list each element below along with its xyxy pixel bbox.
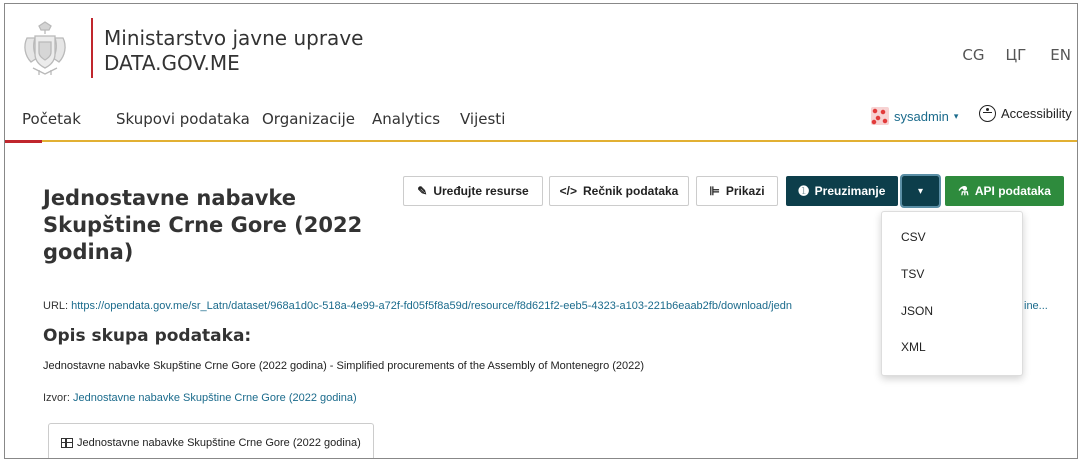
table-icon	[61, 437, 73, 448]
language-switcher: CG ЦГ EN	[962, 46, 1077, 64]
accessibility-button[interactable]: Accessibility	[979, 105, 1072, 122]
site-domain[interactable]: DATA.GOV.ME	[104, 51, 363, 76]
language-en[interactable]: EN	[1050, 46, 1071, 64]
nav-item-analytics[interactable]: Analytics	[372, 110, 440, 128]
resource-preview-tab[interactable]: Jednostavne nabavke Skupštine Crne Gore …	[48, 423, 374, 458]
logo-divider	[91, 18, 93, 78]
chart-icon: ⊫	[709, 184, 720, 198]
api-data-label: API podataka	[974, 184, 1051, 198]
chevron-down-icon: ▾	[953, 110, 959, 121]
views-label: Prikazi	[725, 184, 765, 198]
code-icon: </>	[559, 184, 577, 198]
download-dropdown-toggle[interactable]: ▾	[900, 174, 941, 208]
language-cg[interactable]: CG	[962, 46, 984, 64]
resource-title: Jednostavne nabavke Skupštine Crne Gore …	[43, 186, 363, 264]
source-link[interactable]: Jednostavne nabavke Skupštine Crne Gore …	[73, 392, 357, 404]
caret-down-icon: ▾	[917, 185, 924, 197]
nav-accent-gold	[42, 140, 1077, 142]
flask-icon: ⚗	[958, 184, 969, 198]
description-heading: Opis skupa podataka:	[43, 326, 252, 346]
api-data-button[interactable]: ⚗ API podataka	[945, 176, 1064, 206]
data-dictionary-label: Rečnik podataka	[582, 184, 679, 198]
source-line: Izvor: Jednostavne nabavke Skupštine Crn…	[43, 392, 357, 404]
page-frame: Ministarstvo javne uprave DATA.GOV.ME CG…	[4, 3, 1078, 459]
description-text: Jednostavne nabavke Skupštine Crne Gore …	[43, 360, 645, 372]
download-format-menu: CSV TSV JSON XML	[881, 211, 1023, 376]
nav-item-organizations[interactable]: Organizacije	[262, 110, 355, 128]
avatar	[871, 107, 889, 125]
nav-item-news[interactable]: Vijesti	[460, 110, 505, 128]
language-cyrillic[interactable]: ЦГ	[1006, 46, 1027, 64]
url-label: URL:	[43, 300, 69, 312]
download-label: Preuzimanje	[814, 184, 886, 198]
nav-accent-red	[5, 140, 42, 143]
data-dictionary-button[interactable]: </> Rečnik podataka	[549, 176, 689, 206]
source-label: Izvor:	[43, 392, 70, 404]
site-name[interactable]: Ministarstvo javne uprave DATA.GOV.ME	[104, 26, 363, 76]
nav-item-home[interactable]: Početak	[22, 110, 81, 128]
accessibility-label: Accessibility	[1001, 106, 1072, 121]
ministry-name[interactable]: Ministarstvo javne uprave	[104, 26, 363, 51]
edit-resource-label: Uređujte resurse	[433, 184, 529, 198]
tab-label: Jednostavne nabavke Skupštine Crne Gore …	[77, 436, 361, 449]
format-csv[interactable]: CSV	[901, 230, 926, 244]
format-json[interactable]: JSON	[901, 304, 933, 318]
edit-resource-button[interactable]: ✎ Uređujte resurse	[403, 176, 543, 206]
download-button[interactable]: ➊ Preuzimanje	[786, 176, 898, 206]
coat-of-arms-logo[interactable]	[19, 20, 71, 78]
user-menu[interactable]: sysadmin ▾	[871, 107, 958, 125]
format-xml[interactable]: XML	[901, 340, 926, 354]
resource-url: URL: https://opendata.gov.me/sr_Latn/dat…	[43, 300, 792, 312]
format-tsv[interactable]: TSV	[901, 267, 924, 281]
resource-url-link[interactable]: https://opendata.gov.me/sr_Latn/dataset/…	[71, 300, 792, 312]
nav-item-datasets[interactable]: Skupovi podataka	[116, 110, 250, 128]
username: sysadmin	[894, 108, 949, 124]
views-button[interactable]: ⊫ Prikazi	[696, 176, 778, 206]
site-header: Ministarstvo javne uprave DATA.GOV.ME CG…	[5, 4, 1077, 96]
pencil-icon: ✎	[417, 184, 428, 198]
resource-url-tail[interactable]: ine...	[1024, 300, 1048, 312]
accessibility-icon	[979, 105, 996, 122]
download-circle-icon: ➊	[798, 184, 809, 198]
